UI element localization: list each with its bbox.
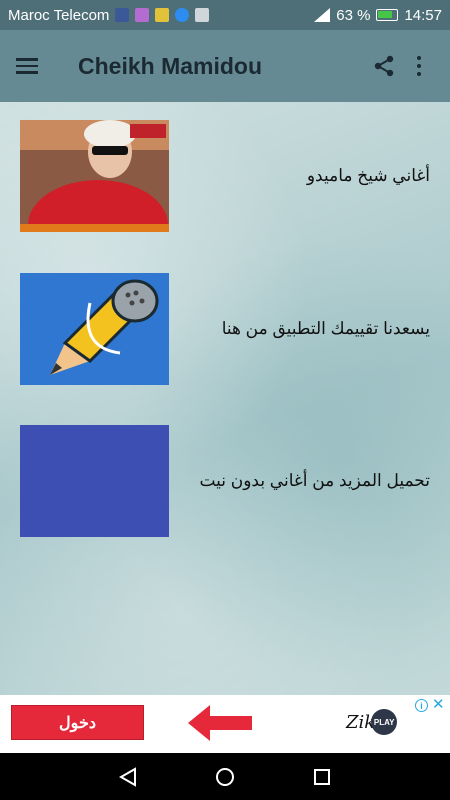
carrier-name: Maroc Telecom <box>8 6 110 24</box>
arrow-left-icon <box>188 705 252 741</box>
ad-close-icon[interactable]: ✕ <box>432 697 445 712</box>
facebook-icon <box>115 8 130 22</box>
zikplay-logo: Zik PLAY <box>346 709 398 735</box>
messenger-icon <box>175 8 190 22</box>
status-bar: Maroc Telecom 63 % 14:57 <box>0 0 450 30</box>
home-icon[interactable] <box>214 766 236 788</box>
recents-icon[interactable] <box>311 766 333 788</box>
ad-banner[interactable]: دخول Zik PLAY i ✕ <box>0 695 450 753</box>
battery-percent: 63 % <box>336 6 371 24</box>
list-item-download[interactable]: تحميل المزيد من أغاني بدون نيت <box>0 424 450 538</box>
share-icon[interactable] <box>364 46 404 86</box>
app-title: Cheikh Mamidou <box>78 52 263 79</box>
item-label-songs: أغاني شيخ ماميدو <box>306 166 430 185</box>
list-item-rate[interactable]: يسعدنا تقييمك التطبيق من هنا <box>0 272 450 386</box>
item-label-download: تحميل المزيد من أغاني بدون نيت <box>199 471 430 490</box>
ad-info-icon[interactable]: i <box>415 699 428 712</box>
item-label-rate: يسعدنا تقييمك التطبيق من هنا <box>221 319 430 338</box>
clock: 14:57 <box>404 6 442 24</box>
more-vert-icon[interactable] <box>404 46 434 86</box>
hamburger-menu-icon[interactable] <box>16 48 52 84</box>
app-toolbar: Cheikh Mamidou <box>0 30 450 102</box>
ad-enter-button[interactable]: دخول <box>11 705 144 740</box>
blue-square <box>20 425 169 537</box>
battery-icon <box>376 9 399 21</box>
instagram-icon <box>135 8 150 22</box>
signal-icon <box>314 8 331 22</box>
navigation-bar <box>0 753 450 800</box>
main-content: أغاني شيخ ماميدو يسعدنا تقييمك التطبيق م… <box>0 102 450 695</box>
mail-icon <box>195 8 210 22</box>
microphone-pencil-icon <box>20 273 169 385</box>
singer-photo <box>20 120 169 232</box>
back-icon[interactable] <box>117 766 139 788</box>
ad-logo-badge: PLAY <box>371 709 398 735</box>
game-icon <box>155 8 170 22</box>
list-item-songs[interactable]: أغاني شيخ ماميدو <box>0 119 450 233</box>
